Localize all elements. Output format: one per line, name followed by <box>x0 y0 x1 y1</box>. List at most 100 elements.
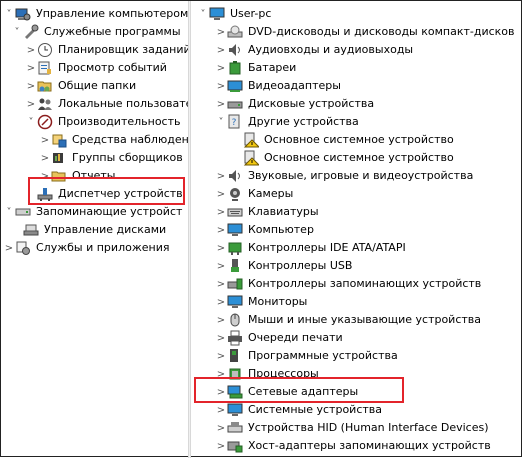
device-category-cameras[interactable]: > Камеры <box>215 185 293 203</box>
monitor-tool-icon <box>51 132 67 148</box>
system-device-icon <box>227 402 243 418</box>
chevron-right-icon[interactable]: > <box>215 167 227 185</box>
chevron-right-icon[interactable]: > <box>39 149 51 167</box>
device-category-computer[interactable]: > Компьютер <box>215 221 314 239</box>
tree-item-disk-management[interactable]: Управление дисками <box>11 221 166 239</box>
tree-item-label: Производительность <box>58 115 181 128</box>
chevron-right-icon[interactable]: > <box>215 437 227 455</box>
chevron-right-icon[interactable]: > <box>25 59 37 77</box>
device-category-batteries[interactable]: > Батареи <box>215 59 296 77</box>
software-device-icon <box>227 348 243 364</box>
chevron-right-icon[interactable]: > <box>215 221 227 239</box>
device-category-network-adapters[interactable]: > Сетевые адаптеры <box>215 383 358 401</box>
chevron-right-icon[interactable]: > <box>215 347 227 365</box>
device-category-disk-drives[interactable]: > Дисковые устройства <box>215 95 374 113</box>
device-tree-root[interactable]: ˅ User-pc <box>197 5 271 23</box>
tree-item-storage[interactable]: ˅ Запоминающие устройст <box>3 203 183 221</box>
chevron-down-icon[interactable]: ˅ <box>11 23 23 41</box>
tree-item-monitoring-tools[interactable]: > Средства наблюден <box>39 131 188 149</box>
storage-controller-icon <box>227 276 243 292</box>
device-category-print-queues[interactable]: > Очереди печати <box>215 329 343 347</box>
device-category-storage-controllers[interactable]: > Контроллеры запоминающих устройств <box>215 275 481 293</box>
chevron-right-icon[interactable]: > <box>215 77 227 95</box>
chevron-right-icon[interactable]: > <box>215 23 227 41</box>
chevron-right-icon[interactable]: > <box>215 383 227 401</box>
chevron-right-icon[interactable]: > <box>215 275 227 293</box>
device-category-display-adapters[interactable]: > Видеоадаптеры <box>215 77 341 95</box>
chevron-right-icon[interactable]: > <box>215 257 227 275</box>
chevron-right-icon[interactable]: > <box>215 329 227 347</box>
dvd-drive-icon <box>227 24 243 40</box>
device-category-storage-hosts[interactable]: > Хост-адаптеры запоминающих устройств <box>215 437 491 455</box>
device-category-monitors[interactable]: > Мониторы <box>215 293 307 311</box>
reports-icon <box>51 168 67 184</box>
device-category-usb[interactable]: > Контроллеры USB <box>215 257 352 275</box>
collector-icon <box>51 150 67 166</box>
chevron-down-icon[interactable]: ˅ <box>215 113 227 131</box>
chevron-right-icon[interactable]: > <box>39 131 51 149</box>
tree-item-label: Аудиовходы и аудиовыходы <box>248 43 414 56</box>
device-category-system-devices[interactable]: > Системные устройства <box>215 401 382 419</box>
device-category-dvd[interactable]: > DVD-дисководы и дисководы компакт-диск… <box>215 23 515 41</box>
speaker-icon <box>227 42 243 58</box>
tree-item-system-tools[interactable]: ˅ Служебные программы <box>11 23 181 41</box>
tree-item-label: Запоминающие устройст <box>36 205 183 218</box>
device-category-processors[interactable]: > Процессоры <box>215 365 319 383</box>
tree-item-computer-management[interactable]: ˅ Управление компьютером (л <box>3 5 188 23</box>
tree-item-shared-folders[interactable]: > Общие папки <box>25 77 136 95</box>
device-category-mice[interactable]: > Мыши и иные указывающие устройства <box>215 311 481 329</box>
chevron-right-icon[interactable]: > <box>25 41 37 59</box>
chevron-down-icon[interactable]: ˅ <box>3 203 15 221</box>
chevron-right-icon[interactable]: > <box>215 239 227 257</box>
performance-icon <box>37 114 53 130</box>
tree-item-event-viewer[interactable]: > Просмотр событий <box>25 59 167 77</box>
tree-item-label: Контроллеры запоминающих устройств <box>248 277 482 290</box>
chevron-right-icon[interactable]: > <box>215 59 227 77</box>
device-category-keyboards[interactable]: > Клавиатуры <box>215 203 319 221</box>
device-category-ide[interactable]: > Контроллеры IDE ATA/ATAPI <box>215 239 406 257</box>
chevron-right-icon[interactable]: > <box>215 293 227 311</box>
chevron-right-icon[interactable]: > <box>215 95 227 113</box>
tree-item-label: Клавиатуры <box>248 205 319 218</box>
tree-item-task-scheduler[interactable]: > Планировщик заданий <box>25 41 188 59</box>
chevron-right-icon[interactable]: > <box>215 365 227 383</box>
device-category-software-devices[interactable]: > Программные устройства <box>215 347 398 365</box>
chevron-right-icon[interactable]: > <box>39 167 51 185</box>
chevron-right-icon[interactable]: > <box>215 203 227 221</box>
tree-item-label: Мыши и иные указывающие устройства <box>248 313 482 326</box>
device-category-other-devices[interactable]: ˅ ? Другие устройства <box>215 113 359 131</box>
device-item-base-system-2[interactable]: Основное системное устройство <box>243 149 454 167</box>
tree-item-label: Звуковые, игровые и видеоустройства <box>248 169 474 182</box>
tree-item-label: Служебные программы <box>44 25 181 38</box>
chevron-down-icon[interactable]: ˅ <box>197 5 209 23</box>
chevron-right-icon[interactable]: > <box>215 401 227 419</box>
device-item-base-system-1[interactable]: Основное системное устройство <box>243 131 454 149</box>
chevron-right-icon[interactable]: > <box>215 419 227 437</box>
tree-item-local-users[interactable]: > Локальные пользовате <box>25 95 188 113</box>
tree-item-device-manager[interactable]: Диспетчер устройств <box>25 185 183 203</box>
chevron-right-icon[interactable]: > <box>215 185 227 203</box>
usb-icon <box>227 258 243 274</box>
tree-item-label: Контроллеры USB <box>248 259 353 272</box>
sound-icon <box>227 168 243 184</box>
tree-item-label: Другие устройства <box>248 115 359 128</box>
tree-item-services-apps[interactable]: > Службы и приложения <box>3 239 169 257</box>
keyboard-icon <box>227 204 243 220</box>
chevron-down-icon[interactable]: ˅ <box>3 5 15 23</box>
device-category-sound[interactable]: > Звуковые, игровые и видеоустройства <box>215 167 473 185</box>
chevron-right-icon[interactable]: > <box>3 239 15 257</box>
device-category-audio[interactable]: > Аудиовходы и аудиовыходы <box>215 41 413 59</box>
tree-item-reports[interactable]: > Отчеты <box>39 167 116 185</box>
chevron-right-icon[interactable]: > <box>25 77 37 95</box>
tree-item-performance[interactable]: ˅ Производительность <box>25 113 181 131</box>
device-category-hid[interactable]: > Устройства HID (Human Interface Device… <box>215 419 489 437</box>
users-icon <box>37 96 53 112</box>
chevron-down-icon[interactable]: ˅ <box>25 113 37 131</box>
computer-icon <box>209 6 225 22</box>
chevron-right-icon[interactable]: > <box>215 311 227 329</box>
tree-item-label: DVD-дисководы и дисководы компакт-дисков <box>248 25 515 38</box>
shared-folder-icon <box>37 78 53 94</box>
chevron-right-icon[interactable]: > <box>25 95 37 113</box>
tree-item-collector-sets[interactable]: > Группы сборщиков <box>39 149 183 167</box>
chevron-right-icon[interactable]: > <box>215 41 227 59</box>
